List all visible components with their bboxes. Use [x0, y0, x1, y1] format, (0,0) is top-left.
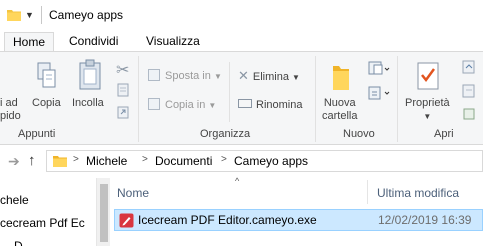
- open-group-label: Apri: [434, 128, 454, 140]
- nav-item[interactable]: chele: [0, 193, 29, 207]
- folder-icon: [53, 156, 67, 167]
- move-to-label: Sposta in: [165, 70, 211, 82]
- pin-quick-access-button[interactable]: i ad pido: [0, 97, 21, 123]
- copy-to-button[interactable]: Copia in ▼: [148, 96, 216, 114]
- quick-access-dropdown-icon[interactable]: ▼: [25, 10, 34, 20]
- navigation-pane: chele cecream Pdf Ec D: [0, 178, 100, 246]
- history-icon[interactable]: [462, 107, 476, 121]
- breadcrumb-item[interactable]: Michele: [86, 154, 127, 168]
- copy-to-label: Copia in: [165, 99, 206, 111]
- column-header-name[interactable]: Nome: [117, 186, 149, 200]
- sort-ascending-icon: ^: [235, 176, 240, 186]
- new-group-label: Nuovo: [343, 128, 375, 140]
- title-separator: [41, 6, 42, 24]
- tab-home[interactable]: Home: [4, 32, 55, 52]
- pin-label-line2: pido: [0, 110, 21, 122]
- nav-item[interactable]: D: [14, 239, 23, 246]
- ribbon-tabs: Home Condividi Visualizza: [0, 30, 483, 52]
- window-title: Cameyo apps: [49, 8, 124, 22]
- properties-dropdown-icon: ▼: [423, 112, 432, 121]
- properties-button[interactable]: Proprietà ▼: [405, 97, 450, 123]
- breadcrumb-chevron-icon[interactable]: >: [221, 154, 227, 165]
- clipboard-group-label: Appunti: [18, 128, 56, 140]
- copy-button[interactable]: Copia: [32, 97, 61, 110]
- new-folder-label-line1: Nuova: [323, 97, 356, 109]
- delete-label: Elimina: [252, 71, 289, 83]
- move-to-button[interactable]: Sposta in ▼: [148, 67, 222, 85]
- easy-access-icon[interactable]: [368, 84, 390, 102]
- copy-icon: [37, 62, 56, 88]
- copy-path-icon[interactable]: [116, 83, 130, 97]
- address-bar[interactable]: > Michele > Documenti > Cameyo apps: [46, 150, 483, 172]
- rename-label: Rinomina: [256, 99, 303, 111]
- properties-label: Proprietà: [405, 97, 450, 109]
- rename-icon: [238, 99, 252, 108]
- organize-group-label: Organizza: [200, 128, 251, 140]
- organize-inner-separator: [229, 62, 230, 122]
- breadcrumb-item[interactable]: Cameyo apps: [234, 154, 308, 168]
- scrollbar-thumb[interactable]: [100, 184, 108, 242]
- copy-to-dropdown-icon: ▼: [208, 101, 217, 110]
- group-separator: [315, 56, 316, 142]
- file-list: ^ Nome Ultima modifica Icecream PDF Edit…: [111, 176, 483, 246]
- paste-icon: [79, 59, 101, 90]
- cut-icon[interactable]: ✂: [116, 60, 129, 80]
- address-row: ➔ ↑ > Michele > Documenti > Cameyo apps: [0, 146, 483, 176]
- delete-button[interactable]: ✕ Elimina ▼: [238, 67, 300, 85]
- breadcrumb-chevron-icon[interactable]: >: [73, 154, 79, 165]
- pin-label-line1: i ad: [0, 97, 18, 109]
- new-folder-label-line2: cartella: [322, 110, 358, 122]
- ribbon: i ad pido Copia Incolla ✂ Appunti Sposta…: [0, 51, 483, 145]
- table-row[interactable]: Icecream PDF Editor.cameyo.exe 12/02/201…: [114, 209, 483, 231]
- up-arrow-icon[interactable]: ↑: [28, 152, 36, 169]
- tab-share[interactable]: Condividi: [61, 32, 126, 52]
- delete-dropdown-icon: ▼: [292, 73, 300, 82]
- tab-view[interactable]: Visualizza: [138, 32, 208, 52]
- paste-shortcut-icon[interactable]: [116, 105, 130, 119]
- nav-item[interactable]: cecream Pdf Ec: [0, 216, 85, 230]
- move-to-icon: [148, 69, 160, 81]
- edit-icon[interactable]: [462, 84, 476, 98]
- breadcrumb-item[interactable]: Documenti: [155, 154, 212, 168]
- navigation-scrollbar[interactable]: [96, 178, 110, 246]
- column-header-modified[interactable]: Ultima modifica: [377, 186, 459, 200]
- new-folder-icon: [333, 66, 349, 90]
- new-item-icon[interactable]: [368, 60, 390, 78]
- move-to-dropdown-icon: ▼: [213, 72, 222, 81]
- properties-icon: [417, 62, 439, 90]
- paste-button[interactable]: Incolla: [72, 97, 104, 110]
- title-bar: ▼ Cameyo apps: [0, 0, 483, 30]
- delete-icon: ✕: [238, 68, 249, 83]
- open-icon[interactable]: [462, 60, 476, 74]
- column-divider[interactable]: [367, 180, 368, 204]
- back-arrow-icon[interactable]: ➔: [8, 153, 20, 170]
- rename-button[interactable]: Rinomina: [238, 96, 302, 114]
- copy-to-icon: [148, 98, 160, 110]
- folder-icon: [7, 10, 21, 21]
- group-separator: [138, 56, 139, 142]
- new-folder-button[interactable]: Nuova cartella: [322, 97, 357, 123]
- file-name: Icecream PDF Editor.cameyo.exe: [138, 213, 317, 227]
- group-separator: [397, 56, 398, 142]
- breadcrumb-chevron-icon[interactable]: >: [142, 154, 148, 165]
- file-modified-date: 12/02/2019 16:39: [378, 213, 472, 227]
- pdf-editor-app-icon: [119, 213, 134, 228]
